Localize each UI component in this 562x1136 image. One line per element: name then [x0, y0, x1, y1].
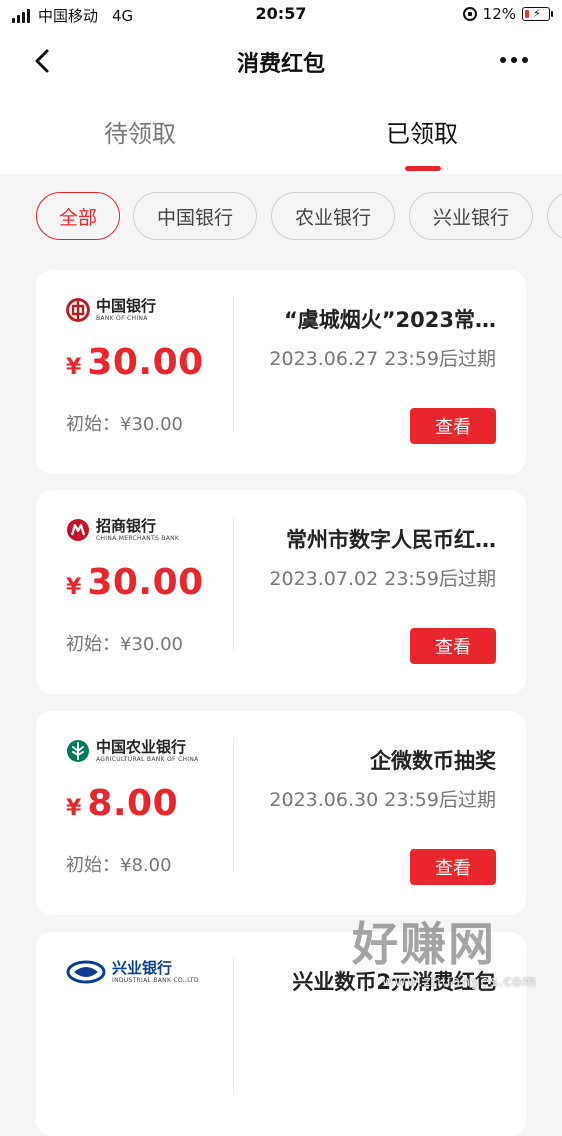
view-button[interactable]: 查看 [410, 628, 496, 664]
filter-chip-more[interactable] [547, 192, 562, 240]
bank-name: 中国农业银行 [96, 737, 187, 756]
tab-claimed[interactable]: 已领取 [322, 114, 522, 149]
filter-chips: 全部 中国银行 农业银行 兴业银行 [0, 190, 562, 244]
view-button[interactable]: 查看 [410, 408, 496, 444]
status-right: 12% ⚡ [462, 5, 553, 23]
filter-chip-cib[interactable]: 兴业银行 [409, 192, 533, 240]
expire-text: 2023.06.30 23:59后过期 [269, 789, 496, 811]
card-divider [233, 737, 234, 873]
battery-percent: 12% [482, 5, 516, 23]
initial-amount: 初始：¥30.00 [66, 634, 183, 655]
amount-value: 8.00 [87, 783, 179, 824]
bank-logo: 中国银行 BANK OF CHINA [66, 298, 156, 322]
bank-name-en: AGRICULTURAL BANK OF CHINA [96, 755, 199, 763]
coupon-left: 兴业银行 INDUSTRIAL BANK CO.,LTD [36, 932, 234, 1136]
currency-symbol: ¥ [66, 355, 82, 380]
cib-logo-icon [66, 960, 106, 984]
filter-chip-boc[interactable]: 中国银行 [133, 192, 257, 240]
abc-logo-icon [67, 740, 89, 762]
tab-pending[interactable]: 待领取 [40, 114, 240, 149]
bank-name: 兴业银行 [112, 958, 173, 977]
coupon-title: “虞城烟火”2023常… [283, 308, 496, 332]
coupon-left: 中国农业银行 AGRICULTURAL BANK OF CHINA ¥ 8.00… [36, 711, 234, 915]
status-bar: 中国移动 4G 20:57 12% ⚡ [0, 0, 562, 30]
coupon-left: 中国银行 BANK OF CHINA ¥ 30.00 初始：¥30.00 [36, 270, 234, 474]
card-divider [233, 516, 234, 652]
tab-active-indicator [405, 166, 441, 171]
currency-symbol: ¥ [66, 575, 82, 600]
coupon-amount: ¥ 30.00 [66, 342, 204, 383]
bank-name-en: INDUSTRIAL BANK CO.,LTD [112, 976, 199, 984]
bank-name: 招商银行 [96, 516, 157, 535]
tab-bar: 待领取 已领取 [0, 92, 562, 174]
expire-text: 2023.06.27 23:59后过期 [269, 348, 496, 370]
rotation-lock-icon [462, 7, 477, 21]
bank-name-en: CHINA MERCHANTS BANK [96, 534, 180, 542]
nav-bar: 消费红包 [0, 30, 562, 92]
bank-name-en: BANK OF CHINA [96, 314, 148, 322]
coupon-card[interactable]: 中国银行 BANK OF CHINA ¥ 30.00 初始：¥30.00 “虞城… [36, 270, 526, 474]
coupon-card[interactable]: 招商银行 CHINA MERCHANTS BANK ¥ 30.00 初始：¥30… [36, 490, 526, 694]
coupon-title: 常州市数字人民币红… [286, 528, 496, 552]
watermark-text: 好赚网 [352, 917, 496, 971]
watermark: 好赚网 www.zhuanyes.com [352, 908, 552, 996]
coupon-left: 招商银行 CHINA MERCHANTS BANK ¥ 30.00 初始：¥30… [36, 490, 234, 694]
initial-amount: 初始：¥8.00 [66, 855, 172, 876]
filter-chip-all[interactable]: 全部 [36, 192, 120, 240]
amount-value: 30.00 [87, 342, 204, 383]
amount-value: 30.00 [87, 562, 204, 603]
initial-amount: 初始：¥30.00 [66, 414, 183, 435]
currency-symbol: ¥ [66, 796, 82, 821]
page-title: 消费红包 [236, 52, 325, 77]
card-divider [233, 958, 234, 1094]
coupon-amount: ¥ 8.00 [66, 783, 178, 824]
bank-logo: 中国农业银行 AGRICULTURAL BANK OF CHINA [66, 739, 199, 763]
coupon-title: 企微数币抽奖 [370, 749, 496, 773]
coupon-card[interactable]: 中国农业银行 AGRICULTURAL BANK OF CHINA ¥ 8.00… [36, 711, 526, 915]
coupon-amount: ¥ 30.00 [66, 562, 204, 603]
view-button[interactable]: 查看 [410, 849, 496, 885]
bank-name: 中国银行 [96, 296, 157, 315]
bank-logo: 招商银行 CHINA MERCHANTS BANK [66, 518, 179, 542]
boc-logo-icon [66, 298, 90, 322]
cmb-logo-icon [67, 519, 89, 541]
filter-chip-abc[interactable]: 农业银行 [271, 192, 395, 240]
card-divider [233, 296, 234, 432]
expire-text: 2023.07.02 23:59后过期 [269, 568, 496, 590]
watermark-url: www.zhuanyes.com [382, 974, 537, 990]
bank-logo: 兴业银行 INDUSTRIAL BANK CO.,LTD [66, 960, 199, 984]
battery-icon: ⚡ [522, 7, 553, 21]
more-icon[interactable] [500, 57, 528, 63]
